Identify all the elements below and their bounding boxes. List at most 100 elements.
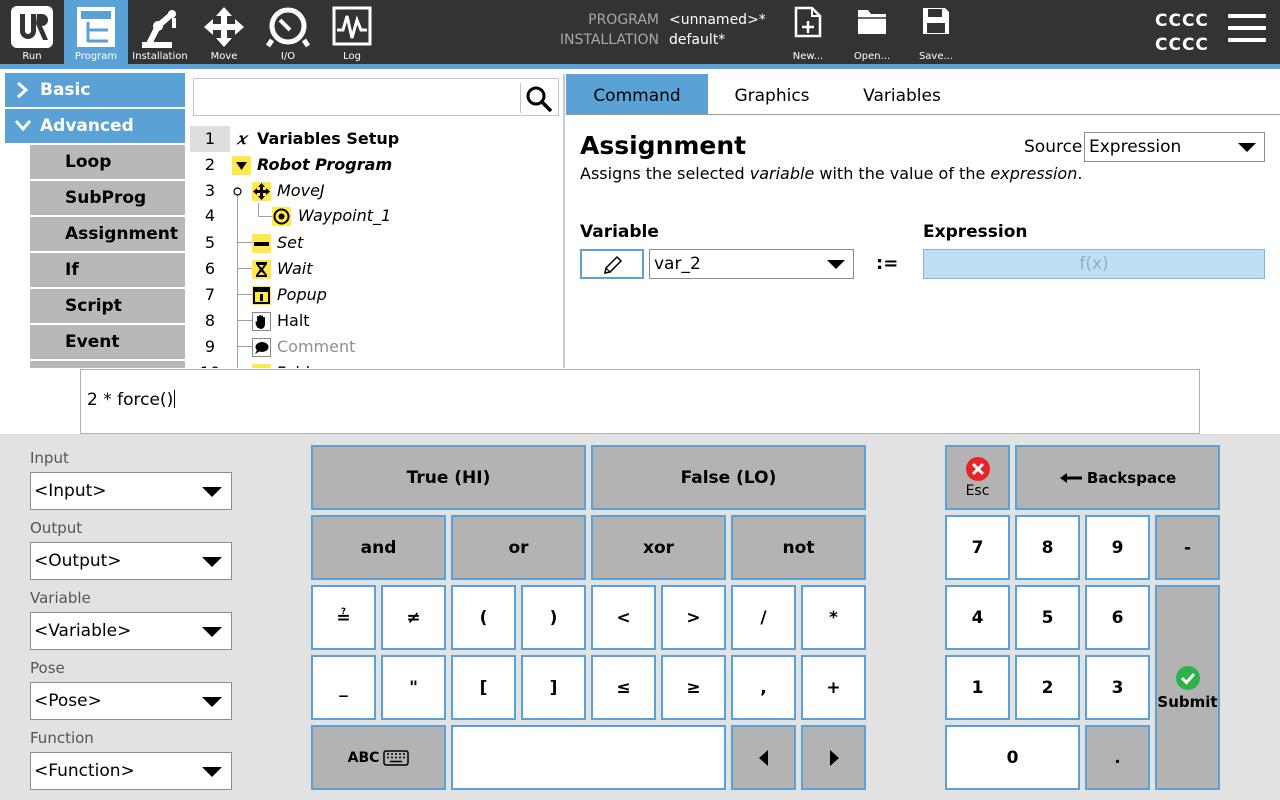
- input-dropdown[interactable]: <Input>: [30, 472, 232, 510]
- equals-key[interactable]: ≟: [311, 585, 376, 650]
- log-label: Log: [343, 51, 361, 62]
- variable-dropdown[interactable]: var_2: [649, 249, 854, 279]
- move-tab[interactable]: Move: [192, 0, 256, 64]
- log-icon: [332, 6, 372, 46]
- tree-row[interactable]: 9 Comment: [190, 334, 562, 360]
- digit-7-key[interactable]: 7: [945, 515, 1010, 580]
- expression-field[interactable]: f(x): [923, 249, 1265, 279]
- tab-command[interactable]: Command: [566, 74, 708, 114]
- digit-1-key[interactable]: 1: [945, 655, 1010, 720]
- node-if-button[interactable]: If: [30, 253, 185, 287]
- tree-row[interactable]: 1 𝑥 Variables Setup: [190, 126, 562, 152]
- quote-key[interactable]: ": [381, 655, 446, 720]
- cursor-right-key[interactable]: [801, 725, 866, 790]
- line-number: 6: [204, 259, 216, 278]
- right-bracket-key[interactable]: ]: [521, 655, 586, 720]
- save-program-button[interactable]: Save...: [909, 0, 963, 64]
- line-number: 5: [204, 233, 216, 252]
- node-assignment-button[interactable]: Assignment: [30, 217, 185, 251]
- tab-graphics[interactable]: Graphics: [708, 74, 836, 114]
- tree-row[interactable]: 7 Popup: [190, 282, 562, 308]
- digit-8-key[interactable]: 8: [1015, 515, 1080, 580]
- expression-editor-input[interactable]: 2 * force(): [80, 369, 1200, 434]
- node-script-button[interactable]: Script: [30, 289, 185, 323]
- category-advanced[interactable]: Advanced: [5, 109, 185, 143]
- function-dropdown[interactable]: <Function>: [30, 752, 232, 790]
- node-loop-button[interactable]: Loop: [30, 145, 185, 179]
- line-number: 10: [190, 360, 230, 368]
- tree-row[interactable]: 6 Wait: [190, 256, 562, 282]
- comma-key[interactable]: ,: [731, 655, 796, 720]
- multiply-key[interactable]: *: [801, 585, 866, 650]
- new-file-icon: [794, 6, 822, 38]
- category-basic[interactable]: Basic: [5, 73, 185, 107]
- right-paren-key[interactable]: ): [521, 585, 586, 650]
- minus-key[interactable]: -: [1155, 515, 1220, 580]
- greater-equal-key[interactable]: ≥: [661, 655, 726, 720]
- tree-row[interactable]: 10 Folder: [190, 360, 562, 368]
- digit-5-key[interactable]: 5: [1015, 585, 1080, 650]
- digit-3-key[interactable]: 3: [1085, 655, 1150, 720]
- move-arrows-icon: [252, 182, 271, 201]
- collapse-dot-icon[interactable]: [233, 187, 242, 196]
- pose-dropdown[interactable]: <Pose>: [30, 682, 232, 720]
- and-key[interactable]: and: [311, 515, 446, 580]
- program-tab[interactable]: Program: [64, 0, 128, 64]
- digit-2-key[interactable]: 2: [1015, 655, 1080, 720]
- divide-key[interactable]: /: [731, 585, 796, 650]
- tree-row-label: Set: [277, 233, 304, 252]
- dropdown-arrow-icon: [827, 260, 845, 269]
- underscore-key[interactable]: _: [311, 655, 376, 720]
- search-icon[interactable]: [525, 85, 553, 113]
- digit-9-key[interactable]: 9: [1085, 515, 1150, 580]
- tree-search-input[interactable]: [198, 83, 516, 111]
- abc-keyboard-key[interactable]: ABC: [311, 725, 446, 790]
- digit-0-key[interactable]: 0: [945, 725, 1080, 790]
- run-tab[interactable]: Run: [0, 0, 64, 64]
- esc-key[interactable]: Esc: [945, 445, 1010, 510]
- node-event-button[interactable]: Event: [30, 325, 185, 359]
- tree-row[interactable]: 3 MoveJ: [190, 178, 562, 204]
- left-bracket-key[interactable]: [: [451, 655, 516, 720]
- node-next-button-partial[interactable]: [30, 361, 185, 368]
- backspace-key[interactable]: Backspace: [1015, 445, 1220, 510]
- greater-than-key[interactable]: >: [661, 585, 726, 650]
- space-key[interactable]: [451, 725, 726, 790]
- io-tab[interactable]: I/O: [256, 0, 320, 64]
- false-key[interactable]: False (LO): [591, 445, 866, 510]
- tree-row[interactable]: 4 Waypoint_1: [190, 203, 562, 229]
- not-key[interactable]: not: [731, 515, 866, 580]
- set-icon: [252, 234, 271, 253]
- xor-key[interactable]: xor: [591, 515, 726, 580]
- decimal-point-key[interactable]: .: [1085, 725, 1150, 790]
- true-key[interactable]: True (HI): [311, 445, 586, 510]
- chevron-down-icon: [15, 120, 31, 132]
- less-than-key[interactable]: <: [591, 585, 656, 650]
- not-equals-key[interactable]: ≠: [381, 585, 446, 650]
- or-key[interactable]: or: [451, 515, 586, 580]
- tree-row[interactable]: 2 Robot Program: [190, 152, 562, 178]
- source-dropdown[interactable]: Expression: [1084, 132, 1265, 162]
- edit-variable-button[interactable]: [580, 249, 644, 279]
- tree-row[interactable]: 8 Halt: [190, 308, 562, 334]
- hamburger-menu-icon[interactable]: [1228, 14, 1266, 48]
- variable-insert-dropdown[interactable]: <Variable>: [30, 612, 232, 650]
- tab-variables[interactable]: Variables: [836, 74, 968, 114]
- tree-row[interactable]: 5 Set: [190, 230, 562, 256]
- dropdown-arrow-icon: [202, 767, 222, 777]
- digit-6-key[interactable]: 6: [1085, 585, 1150, 650]
- cursor-left-key[interactable]: [731, 725, 796, 790]
- node-subprog-button[interactable]: SubProg: [30, 181, 185, 215]
- output-dropdown[interactable]: <Output>: [30, 542, 232, 580]
- submit-key[interactable]: Submit: [1155, 585, 1220, 790]
- digit-4-key[interactable]: 4: [945, 585, 1010, 650]
- new-program-button[interactable]: New...: [781, 0, 835, 64]
- less-equal-key[interactable]: ≤: [591, 655, 656, 720]
- plus-key[interactable]: +: [801, 655, 866, 720]
- description-emphasis: variable: [749, 164, 815, 183]
- tree-row-label: MoveJ: [277, 181, 325, 200]
- open-program-button[interactable]: Open...: [845, 0, 899, 64]
- left-paren-key[interactable]: (: [451, 585, 516, 650]
- installation-tab[interactable]: Installation: [128, 0, 192, 64]
- log-tab[interactable]: Log: [320, 0, 384, 64]
